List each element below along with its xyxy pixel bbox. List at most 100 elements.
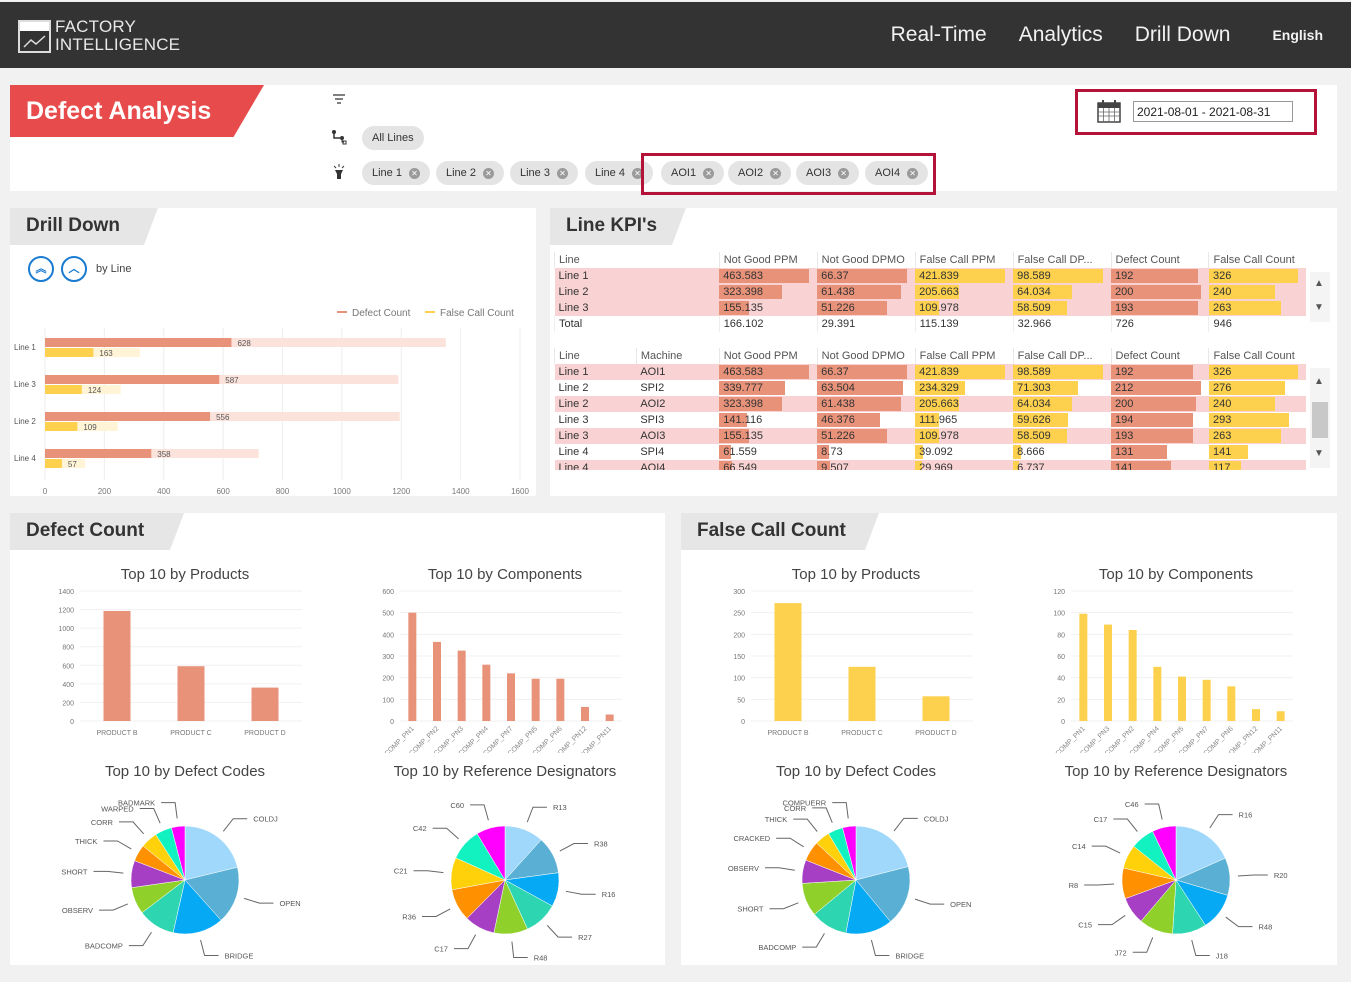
summary-scrollbar[interactable]: ▲ ▼	[1310, 272, 1330, 322]
pie-label: R38	[594, 840, 608, 849]
pie-label: OBSERV	[62, 906, 93, 915]
table-row[interactable]: Line 3 155.135 51.226 109.978 58.509 193 263	[554, 300, 1306, 316]
cell-value: 61.438	[821, 398, 855, 410]
column-header[interactable]: False Call DP...	[1012, 252, 1112, 268]
table-cell: 276	[1208, 380, 1306, 396]
cell-value: 46.376	[821, 414, 855, 426]
table-row[interactable]: Line 2 SPI2 339.777 63.504 234.329 71.303 212 2…	[554, 380, 1306, 396]
kpi-machine-table: Line Machine Not Good PPM Not Good DPMO Fals…	[554, 348, 1306, 470]
column-header[interactable]: False Call Count	[1208, 252, 1306, 268]
column-header[interactable]: Line	[554, 348, 637, 364]
pie-label: J18	[1216, 951, 1228, 960]
nav-drill-down[interactable]: Drill Down	[1135, 23, 1231, 47]
scroll-down-icon[interactable]: ▼	[1314, 302, 1324, 313]
table-cell: 192	[1111, 268, 1209, 284]
column-header[interactable]: False Call PPM	[914, 348, 1014, 364]
chip-line-2[interactable]: Line 2 ✕	[436, 161, 504, 185]
x-tick-label: PRODUCT B	[96, 730, 137, 737]
pie-label: R13	[553, 803, 567, 812]
table-row[interactable]: Line 4 AOI4 66.549 9.507 29.969 6.737 141 117	[554, 460, 1306, 470]
column-header[interactable]: Not Good PPM	[718, 348, 818, 364]
drill-up-button[interactable]: ︿	[61, 256, 87, 282]
app-logo[interactable]: FACTORY INTELLIGENCE	[18, 18, 180, 54]
column-header[interactable]: Not Good PPM	[718, 252, 818, 268]
table-cell: 200	[1111, 396, 1209, 412]
table-row[interactable]: Line 4 SPI4 61.559 8.73 39.092 8.666 131 141	[554, 444, 1306, 460]
table-row[interactable]: Line 1 AOI1 463.583 66.37 421.839 98.589 192 32…	[554, 364, 1306, 380]
pie-leader-line	[99, 903, 129, 911]
falsecall-bar-label: 163	[99, 349, 113, 358]
column-header[interactable]: Defect Count	[1110, 252, 1209, 268]
pie-leader-line	[1237, 874, 1268, 877]
language-selector[interactable]: English	[1272, 27, 1323, 43]
column-header[interactable]: Line	[554, 252, 720, 268]
table-cell: 323.398	[719, 284, 817, 300]
table-cell: 339.777	[719, 380, 817, 396]
panel-title: Defect Count	[10, 513, 184, 550]
table-cell: 46.376	[817, 412, 915, 428]
falsecall-bar-label: 57	[68, 460, 77, 469]
total-cell: 946	[1208, 316, 1306, 332]
x-tick-label: 200	[98, 487, 112, 496]
cell-value: Line 4	[558, 462, 589, 470]
line-kpi-panel: Line KPI's Line Not Good PPM Not Good DPMO…	[550, 208, 1337, 496]
table-cell: 193	[1111, 428, 1209, 444]
remove-chip-icon[interactable]: ✕	[556, 167, 568, 179]
table-cell: Line 3	[555, 412, 637, 428]
total-cell: 726	[1110, 316, 1209, 332]
cell-value: 192	[1115, 366, 1134, 378]
filter-icon[interactable]	[332, 93, 346, 108]
remove-chip-icon[interactable]: ✕	[482, 167, 494, 179]
chip-line-1[interactable]: Line 1 ✕	[362, 161, 430, 185]
cell-value: 323.398	[723, 286, 763, 298]
calendar-icon[interactable]	[1097, 99, 1121, 128]
table-cell: 58.509	[1013, 428, 1111, 444]
panel-title: Drill Down	[10, 208, 158, 245]
cell-value: 293	[1212, 414, 1232, 426]
drill-up-top-button[interactable]: ︽	[28, 256, 54, 282]
chip-all-lines[interactable]: All Lines	[362, 126, 424, 150]
pie-label: OPEN	[950, 900, 971, 909]
date-range-input[interactable]	[1133, 101, 1293, 122]
cell-value: 66.37	[821, 270, 849, 282]
pie-leader-line	[432, 827, 459, 840]
x-tick-label: 1400	[452, 487, 470, 496]
column-header[interactable]: Machine	[635, 348, 720, 364]
cell-value: 193	[1115, 430, 1134, 442]
column-header[interactable]: False Call DP...	[1012, 348, 1112, 364]
column-header[interactable]: False Call PPM	[914, 252, 1014, 268]
table-cell: 39.092	[915, 444, 1013, 460]
column-header[interactable]: Not Good DPMO	[816, 252, 916, 268]
table-row[interactable]: Line 2 AOI2 323.398 61.438 205.663 64.034 200 2…	[554, 396, 1306, 412]
table-row[interactable]: Line 3 AOI3 155.135 51.226 109.978 58.509 193 2…	[554, 428, 1306, 444]
scroll-up-icon[interactable]: ▲	[1314, 278, 1324, 289]
column-header[interactable]: Not Good DPMO	[816, 348, 916, 364]
pie-label: THICK	[765, 815, 788, 824]
kpi-table: Line Not Good PPM Not Good DPMO False Call …	[554, 252, 1306, 332]
table-row[interactable]: Line 2 323.398 61.438 205.663 64.034 200 240	[554, 284, 1306, 300]
column-header[interactable]: False Call Count	[1208, 348, 1306, 364]
chip-line-3[interactable]: Line 3 ✕	[510, 161, 578, 185]
table-cell: AOI1	[636, 364, 719, 380]
scroll-down-icon[interactable]: ▼	[1314, 448, 1324, 459]
pie-label: BADMARK	[118, 799, 155, 808]
machine-scrollbar[interactable]: ▲ ▼	[1310, 368, 1330, 468]
scroll-thumb[interactable]	[1312, 402, 1328, 438]
y-category-label: Line 3	[14, 380, 36, 389]
cell-value: 141	[1212, 446, 1232, 458]
pie-leader-line	[812, 807, 833, 823]
remove-chip-icon[interactable]: ✕	[408, 167, 420, 179]
table-cell: 61.438	[817, 284, 915, 300]
y-tick-label: 100	[733, 676, 745, 683]
cell-value: 141	[1115, 462, 1134, 470]
scroll-up-icon[interactable]: ▲	[1314, 376, 1324, 387]
column-header[interactable]: Defect Count	[1110, 348, 1209, 364]
nav-analytics[interactable]: Analytics	[1019, 23, 1103, 47]
pie-leader-line	[1132, 937, 1154, 953]
table-cell: 111.965	[915, 412, 1013, 428]
cell-value: 61.438	[821, 286, 855, 298]
table-row[interactable]: Line 3 SPI3 141.116 46.376 111.965 59.626 194 2…	[554, 412, 1306, 428]
table-row[interactable]: Line 1 463.583 66.37 421.839 98.589 192 326	[554, 268, 1306, 284]
logo-chart-icon	[18, 19, 51, 53]
nav-real-time[interactable]: Real-Time	[891, 23, 987, 47]
